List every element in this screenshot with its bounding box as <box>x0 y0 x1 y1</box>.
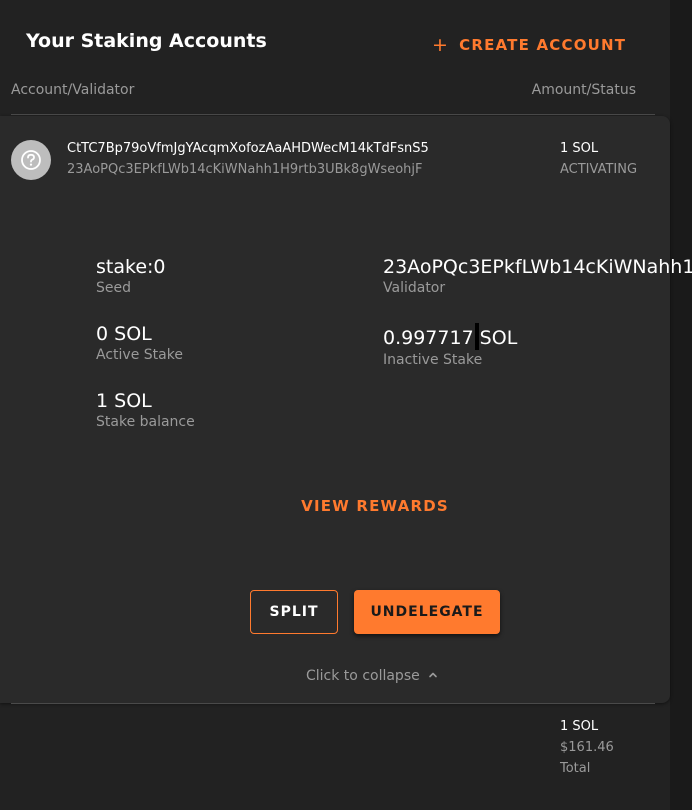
create-account-button[interactable]: + CREATE ACCOUNT <box>432 34 626 56</box>
page-title: Your Staking Accounts <box>26 30 267 52</box>
split-button[interactable]: SPLIT <box>250 590 338 634</box>
detail-seed: stake:0 Seed <box>96 256 166 296</box>
footer-divider <box>11 703 655 704</box>
detail-active-stake: 0 SOL Active Stake <box>96 323 183 363</box>
stake-status: ACTIVATING <box>560 162 638 177</box>
detail-validator: 23AoPQc3EPkfLWb14cKiWNahh1 Validator <box>383 256 692 296</box>
validator-value: 23AoPQc3EPkfLWb14cKiWNahh1 <box>383 256 692 278</box>
inactive-stake-label: Inactive Stake <box>383 352 483 368</box>
question-circle-icon <box>11 140 51 180</box>
inactive-stake-unit: SOL <box>479 327 518 349</box>
validator-address: 23AoPQc3EPkfLWb14cKiWNahh1H9rtb3UBk8gWse… <box>67 162 423 177</box>
validator-label: Validator <box>383 280 446 296</box>
seed-label: Seed <box>96 280 131 296</box>
seed-value: stake:0 <box>96 256 166 278</box>
text-cursor <box>474 323 479 350</box>
header-divider <box>11 114 655 115</box>
detail-stake-balance: 1 SOL Stake balance <box>96 390 195 430</box>
inactive-stake-value: 0.997717 SOL <box>383 323 517 350</box>
collapse-toggle[interactable]: Click to collapse <box>306 668 438 684</box>
inactive-stake-number: 0.997717 <box>383 327 474 349</box>
detail-inactive-stake: 0.997717 SOL Inactive Stake <box>383 323 517 368</box>
stake-balance-value: 1 SOL <box>96 390 152 412</box>
stake-account-address[interactable]: CtTC7Bp79oVfmJgYAcqmXofozAaAHDWecM14kTdF… <box>67 141 429 156</box>
collapse-label: Click to collapse <box>306 668 420 684</box>
stake-account-card: CtTC7Bp79oVfmJgYAcqmXofozAaAHDWecM14kTdF… <box>0 116 692 703</box>
stake-amount: 1 SOL <box>560 141 599 156</box>
plus-icon: + <box>432 33 450 56</box>
column-header-account: Account/Validator <box>11 82 135 98</box>
total-usd-value: $161.46 <box>560 740 614 755</box>
chevron-up-icon <box>428 668 438 684</box>
total-label: Total <box>560 761 591 776</box>
undelegate-button[interactable]: UNDELEGATE <box>354 590 500 634</box>
column-header-amount: Amount/Status <box>531 82 636 98</box>
active-stake-value: 0 SOL <box>96 323 152 345</box>
stake-balance-label: Stake balance <box>96 414 195 430</box>
create-account-label: CREATE ACCOUNT <box>459 36 627 54</box>
total-amount: 1 SOL <box>560 719 599 734</box>
view-rewards-button[interactable]: VIEW REWARDS <box>0 497 692 515</box>
staking-panel: Your Staking Accounts + CREATE ACCOUNT A… <box>0 0 692 810</box>
active-stake-label: Active Stake <box>96 347 183 363</box>
